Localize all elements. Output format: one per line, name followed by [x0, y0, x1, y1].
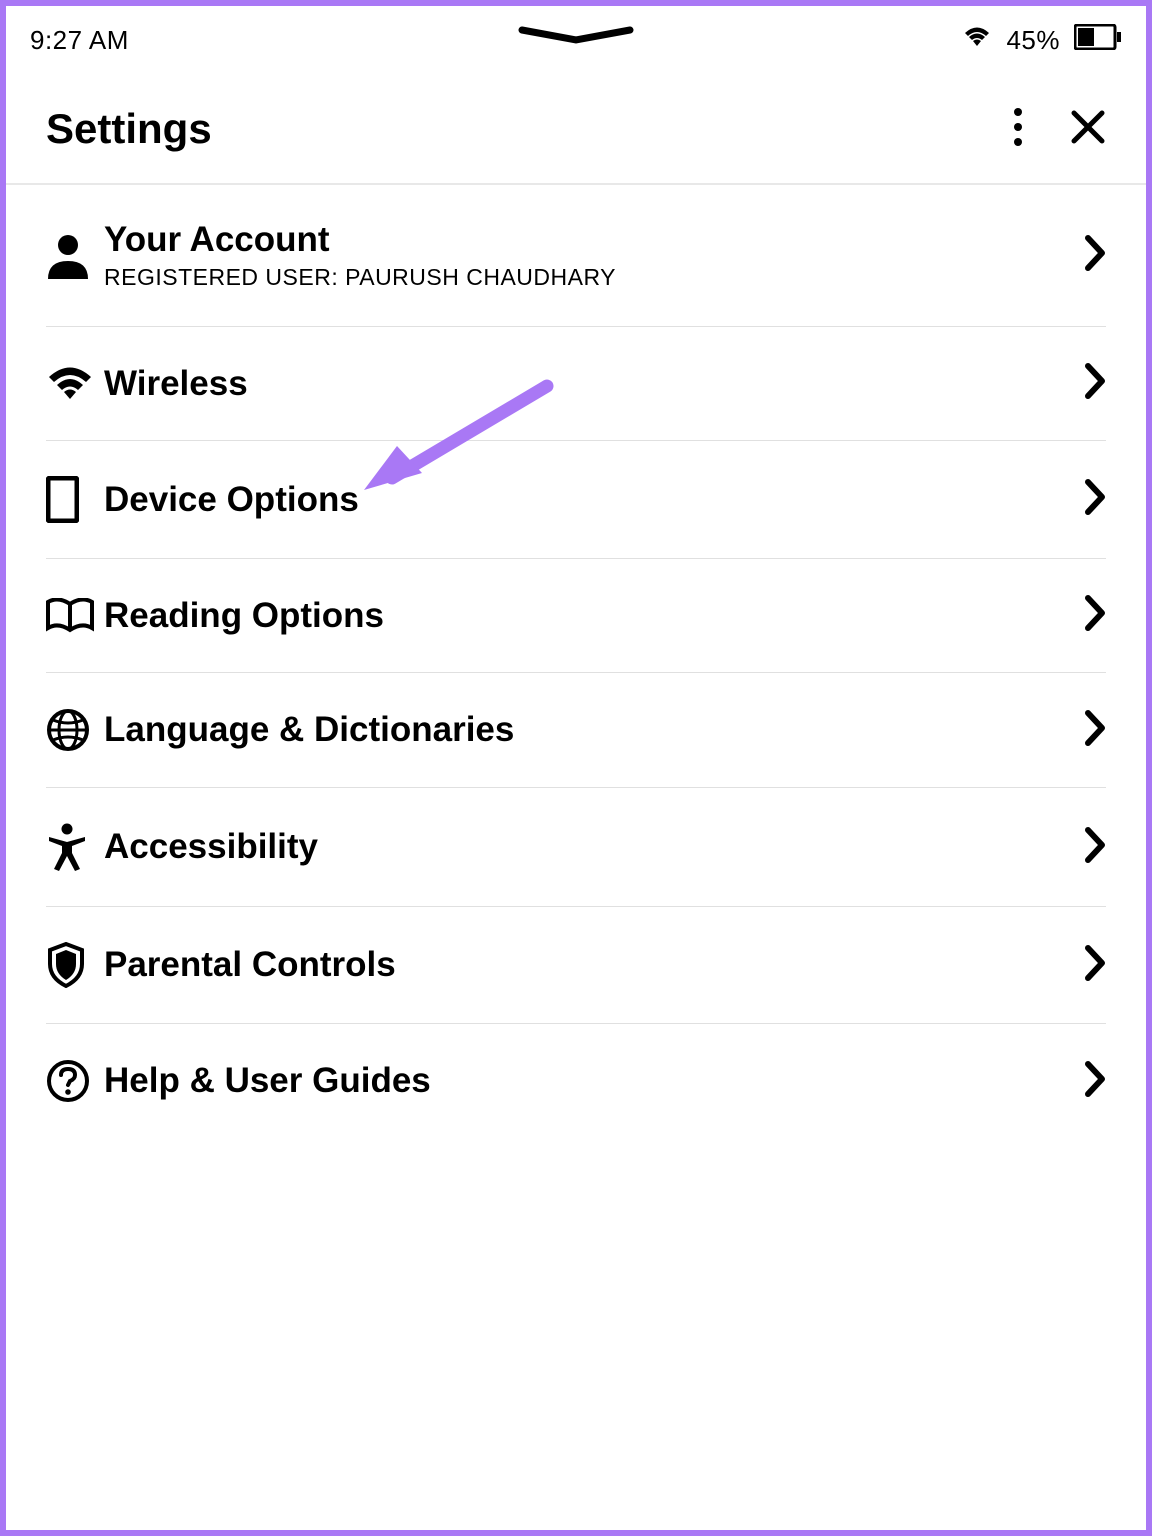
item-text: Your Account REGISTERED USER: PAURUSH CH… — [104, 220, 1084, 291]
settings-item-accessibility[interactable]: Accessibility — [46, 788, 1106, 907]
person-icon — [46, 233, 104, 279]
settings-item-language-dictionaries[interactable]: Language & Dictionaries — [46, 673, 1106, 788]
settings-item-help-user-guides[interactable]: Help & User Guides — [46, 1024, 1106, 1138]
item-title: Help & User Guides — [104, 1061, 1084, 1101]
item-title: Reading Options — [104, 596, 1084, 636]
header: Settings — [6, 67, 1146, 185]
chevron-right-icon — [1084, 709, 1106, 752]
device-icon — [46, 476, 104, 523]
settings-item-device-options[interactable]: Device Options — [46, 441, 1106, 559]
item-title: Your Account — [104, 220, 1084, 260]
globe-icon — [46, 708, 104, 752]
pulldown-handle-icon[interactable] — [516, 26, 636, 49]
status-right: 45% — [962, 24, 1122, 57]
item-title: Wireless — [104, 364, 1084, 404]
close-icon[interactable] — [1070, 109, 1106, 150]
chevron-right-icon — [1084, 1060, 1106, 1103]
page-title: Settings — [46, 105, 212, 153]
item-text: Language & Dictionaries — [104, 710, 1084, 750]
shield-icon — [46, 942, 104, 988]
accessibility-icon — [46, 823, 104, 871]
settings-list: Your Account REGISTERED USER: PAURUSH CH… — [6, 185, 1146, 1138]
settings-item-your-account[interactable]: Your Account REGISTERED USER: PAURUSH CH… — [46, 185, 1106, 327]
item-title: Parental Controls — [104, 945, 1084, 985]
item-text: Help & User Guides — [104, 1061, 1084, 1101]
more-options-icon[interactable] — [1012, 107, 1024, 152]
chevron-right-icon — [1084, 826, 1106, 869]
book-icon — [46, 598, 104, 634]
help-icon — [46, 1059, 104, 1103]
chevron-right-icon — [1084, 362, 1106, 405]
item-text: Accessibility — [104, 827, 1084, 867]
chevron-right-icon — [1084, 944, 1106, 987]
status-battery-percent: 45% — [1006, 25, 1060, 56]
wifi-icon — [46, 365, 104, 403]
chevron-right-icon — [1084, 594, 1106, 637]
battery-icon — [1074, 24, 1122, 57]
item-text: Parental Controls — [104, 945, 1084, 985]
wifi-status-icon — [962, 25, 992, 56]
settings-item-parental-controls[interactable]: Parental Controls — [46, 907, 1106, 1024]
item-text: Device Options — [104, 480, 1084, 520]
device-frame: 9:27 AM 45% Settings — [6, 6, 1146, 1530]
item-title: Device Options — [104, 480, 1084, 520]
header-actions — [1012, 107, 1106, 152]
status-time: 9:27 AM — [30, 25, 129, 56]
chevron-right-icon — [1084, 234, 1106, 277]
chevron-right-icon — [1084, 478, 1106, 521]
item-title: Language & Dictionaries — [104, 710, 1084, 750]
settings-item-reading-options[interactable]: Reading Options — [46, 559, 1106, 673]
item-text: Reading Options — [104, 596, 1084, 636]
item-subtitle: REGISTERED USER: PAURUSH CHAUDHARY — [104, 264, 1084, 291]
settings-item-wireless[interactable]: Wireless — [46, 327, 1106, 441]
item-title: Accessibility — [104, 827, 1084, 867]
item-text: Wireless — [104, 364, 1084, 404]
